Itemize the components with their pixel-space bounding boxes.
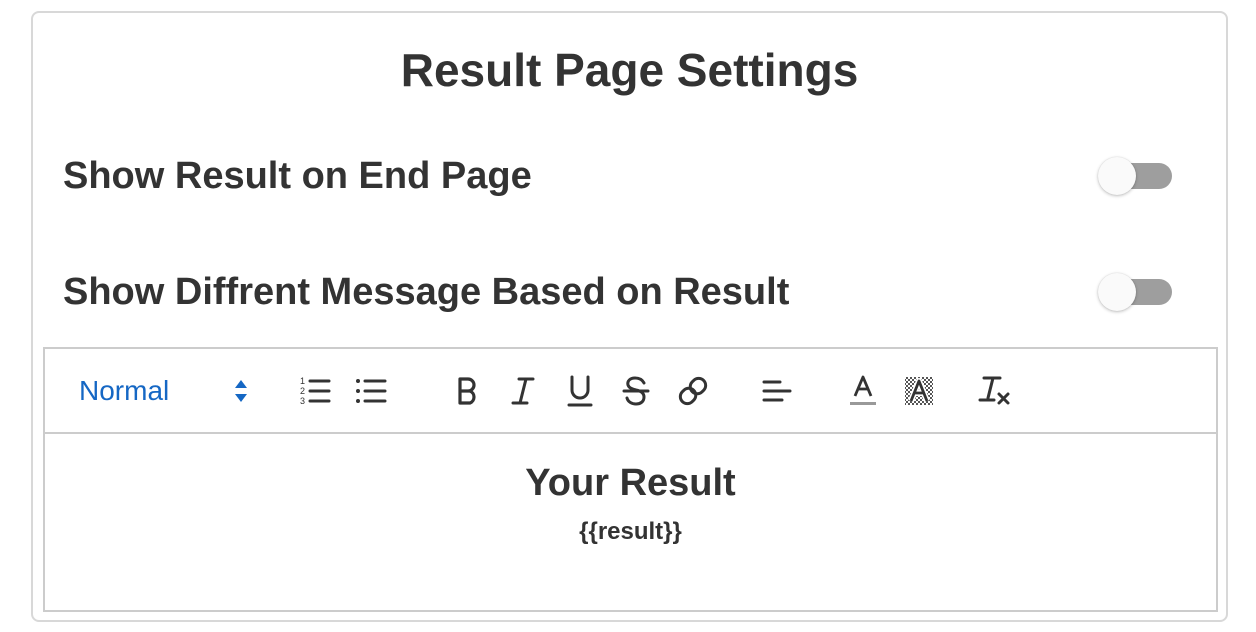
header-format-value: Normal <box>79 375 170 406</box>
setting-label-different-message: Show Diffrent Message Based on Result <box>63 271 790 313</box>
italic-icon <box>511 377 535 405</box>
text-color-button[interactable] <box>845 373 881 409</box>
ordered-list-button[interactable]: 1 2 3 <box>297 373 333 409</box>
header-format-select[interactable]: Normal <box>79 373 249 409</box>
text-color-icon <box>850 375 876 405</box>
italic-button[interactable] <box>505 373 541 409</box>
result-heading: Your Result <box>525 462 736 504</box>
show-result-toggle[interactable] <box>1098 157 1174 195</box>
bullet-list-icon <box>356 379 387 403</box>
setting-row-different-message: Show Diffrent Message Based on Result <box>63 261 1174 321</box>
underline-icon <box>567 375 593 407</box>
card-title: Result Page Settings <box>400 44 859 96</box>
editor-content[interactable]: Your Result {{result}} <box>45 434 1216 610</box>
strikethrough-button[interactable] <box>618 373 654 409</box>
clear-format-icon <box>978 376 1010 405</box>
align-left-icon <box>762 380 792 402</box>
result-page-settings-card: Result Page Settings Show Result on End … <box>31 11 1228 622</box>
editor-toolbar: Normal 1 2 3 <box>45 349 1216 434</box>
svg-text:2: 2 <box>300 386 305 396</box>
ordered-list-icon: 1 2 3 <box>300 376 331 406</box>
strikethrough-icon <box>622 376 650 406</box>
svg-text:3: 3 <box>300 396 305 406</box>
rich-text-editor: Normal 1 2 3 Your Result {{result}} <box>43 347 1218 612</box>
toggle-knob <box>1098 273 1136 311</box>
clear-format-button[interactable] <box>977 373 1013 409</box>
background-color-button[interactable] <box>901 373 937 409</box>
link-button[interactable] <box>675 373 711 409</box>
svg-text:1: 1 <box>300 376 305 386</box>
align-button[interactable] <box>759 373 795 409</box>
bullet-list-button[interactable] <box>353 373 389 409</box>
setting-label-show-result: Show Result on End Page <box>63 155 532 197</box>
toggle-knob <box>1098 157 1136 195</box>
result-placeholder: {{result}} <box>579 518 682 545</box>
different-message-toggle[interactable] <box>1098 273 1174 311</box>
bold-button[interactable] <box>449 373 485 409</box>
bold-icon <box>458 377 476 405</box>
link-icon <box>678 376 708 406</box>
select-arrows-icon <box>235 380 247 402</box>
setting-row-show-result: Show Result on End Page <box>63 145 1174 205</box>
background-color-icon <box>905 377 933 405</box>
underline-button[interactable] <box>562 373 598 409</box>
